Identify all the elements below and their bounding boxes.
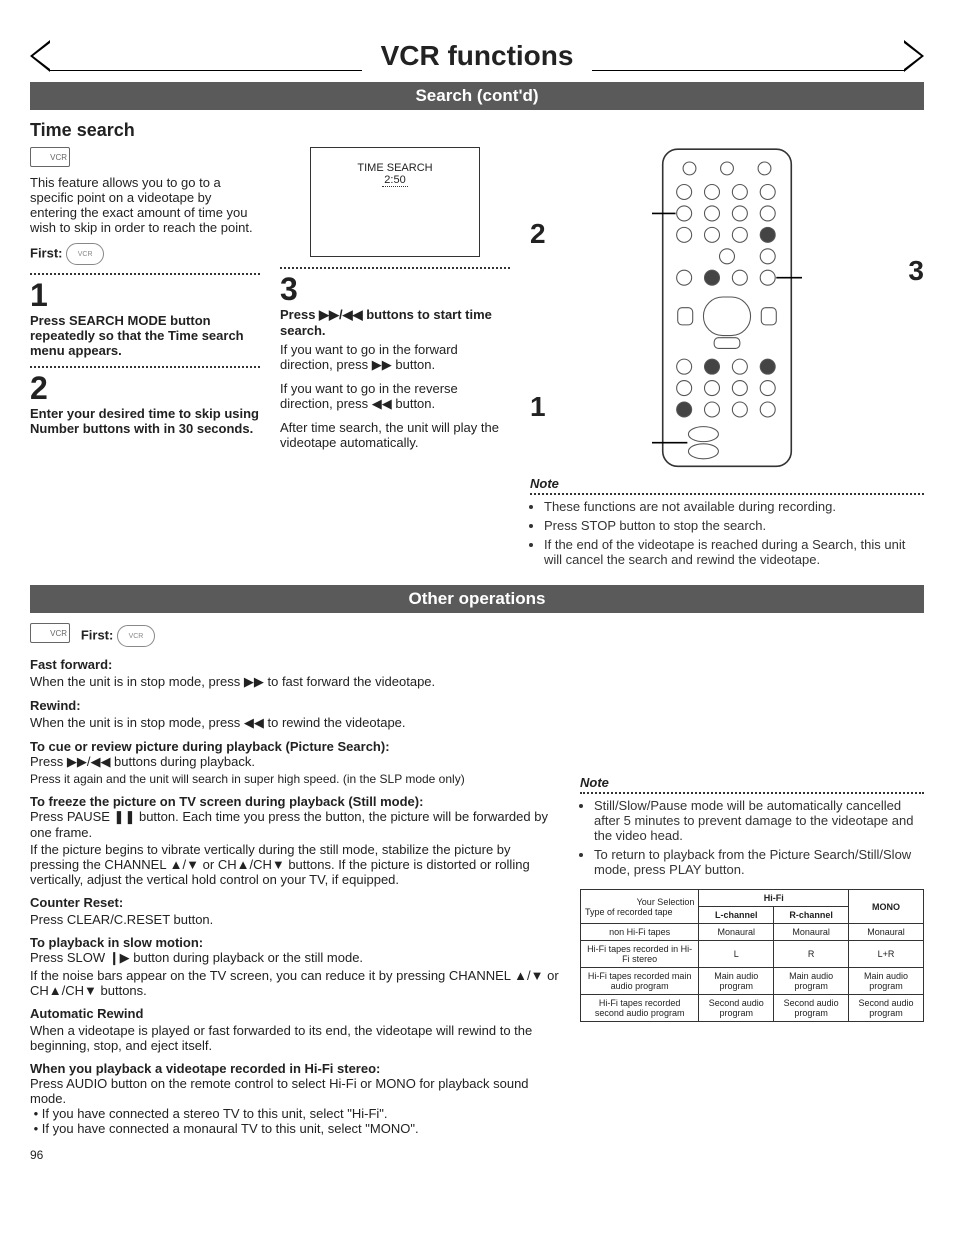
slow-body2: If the noise bars appear on the TV scree… bbox=[30, 968, 560, 998]
hifi-body1: Press AUDIO button on the remote control… bbox=[30, 1076, 560, 1106]
heading-time-search: Time search bbox=[30, 120, 924, 141]
table-row: Hi-Fi tapes recorded second audio progra… bbox=[581, 995, 924, 1022]
hifi-title: When you playback a videotape recorded i… bbox=[30, 1061, 560, 1076]
note-item: If the end of the videotape is reached d… bbox=[544, 537, 924, 567]
vcr-tag-icon: VCR bbox=[30, 147, 70, 167]
note-item: Press STOP button to stop the search. bbox=[544, 518, 924, 533]
cue-body2: Press it again and the unit will search … bbox=[30, 772, 560, 786]
step-1-title: Press SEARCH MODE button repeatedly so t… bbox=[30, 313, 260, 358]
step-3-body3: After time search, the unit will play th… bbox=[280, 420, 510, 450]
rw-title: Rewind: bbox=[30, 698, 560, 713]
slow-body1: Press SLOW ❙▶ button during playback or … bbox=[30, 950, 560, 966]
page-number: 96 bbox=[30, 1148, 924, 1162]
step-3-body1: If you want to go in the forward directi… bbox=[280, 342, 510, 373]
freeze-body2: If the picture begins to vibrate vertica… bbox=[30, 842, 560, 887]
step-3-title: Press ▶▶/◀◀ buttons to start time search… bbox=[280, 307, 510, 338]
section-other: Other operations bbox=[30, 585, 924, 613]
freeze-body1: Press PAUSE ❚❚ button. Each time you pre… bbox=[30, 809, 560, 840]
remote-icon: VCR bbox=[66, 243, 104, 265]
autorw-title: Automatic Rewind bbox=[30, 1006, 560, 1021]
step-1-number: 1 bbox=[30, 279, 260, 311]
step-3-number: 3 bbox=[280, 273, 510, 305]
note-title: Note bbox=[580, 775, 924, 794]
other-note: Note Still/Slow/Pause mode will be autom… bbox=[580, 775, 924, 877]
counter-title: Counter Reset: bbox=[30, 895, 560, 910]
note-title: Note bbox=[530, 476, 924, 495]
hifi-table: Your Selection Type of recorded tape Hi-… bbox=[580, 889, 924, 1022]
angle-left-icon bbox=[30, 40, 50, 72]
vcr-tag-icon: VCR bbox=[30, 623, 70, 643]
step-2-title: Enter your desired time to skip using Nu… bbox=[30, 406, 260, 436]
freeze-title: To freeze the picture on TV screen durin… bbox=[30, 794, 560, 809]
step-2-number: 2 bbox=[30, 372, 260, 404]
screen-value: 2:50 bbox=[382, 174, 407, 187]
table-row: non Hi-Fi tapesMonauralMonauralMonaural bbox=[581, 924, 924, 941]
page-title-banner: VCR functions bbox=[30, 40, 924, 72]
rw-body: When the unit is in stop mode, press ◀◀ … bbox=[30, 715, 560, 731]
time-search-intro: This feature allows you to go to a speci… bbox=[30, 175, 260, 235]
ff-body: When the unit is in stop mode, press ▶▶ … bbox=[30, 674, 560, 690]
autorw-body: When a videotape is played or fast forwa… bbox=[30, 1023, 560, 1053]
callout-1: 1 bbox=[530, 391, 546, 423]
cue-body1: Press ▶▶/◀◀ buttons during playback. bbox=[30, 754, 560, 770]
counter-body: Press CLEAR/C.RESET button. bbox=[30, 912, 560, 927]
ff-title: Fast forward: bbox=[30, 657, 560, 672]
first-label: First: bbox=[81, 628, 114, 643]
callout-3: 3 bbox=[908, 255, 924, 287]
table-row: Hi-Fi tapes recorded in Hi-Fi stereoLRL+… bbox=[581, 941, 924, 968]
hifi-bul1: • If you have connected a stereo TV to t… bbox=[30, 1106, 560, 1121]
first-label: First: bbox=[30, 245, 63, 260]
remote-icon: VCR bbox=[117, 625, 155, 647]
cue-title: To cue or review picture during playback… bbox=[30, 739, 560, 754]
note-item: These functions are not available during… bbox=[544, 499, 924, 514]
screen-label: TIME SEARCH bbox=[321, 162, 469, 174]
table-row: Hi-Fi tapes recorded main audio programM… bbox=[581, 968, 924, 995]
page-title: VCR functions bbox=[361, 40, 594, 72]
note-item: To return to playback from the Picture S… bbox=[594, 847, 924, 877]
remote-diagram bbox=[652, 147, 802, 468]
step-3-body2: If you want to go in the reverse directi… bbox=[280, 381, 510, 412]
note-item: Still/Slow/Pause mode will be automatica… bbox=[594, 798, 924, 843]
angle-right-icon bbox=[904, 40, 924, 72]
time-search-note: Note These functions are not available d… bbox=[530, 476, 924, 567]
slow-title: To playback in slow motion: bbox=[30, 935, 560, 950]
section-search: Search (cont'd) bbox=[30, 82, 924, 110]
hifi-bul2: • If you have connected a monaural TV to… bbox=[30, 1121, 560, 1136]
callout-2: 2 bbox=[530, 218, 546, 250]
time-search-screen: TIME SEARCH 2:50 bbox=[310, 147, 480, 257]
